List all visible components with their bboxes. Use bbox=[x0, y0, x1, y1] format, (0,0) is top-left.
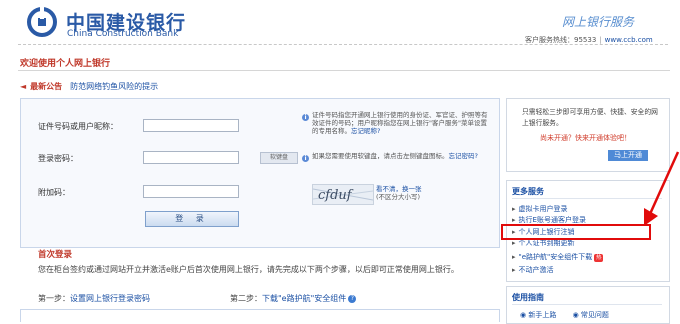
service-item[interactable]: ▸ 虚拟卡用户登录 bbox=[512, 204, 568, 214]
download-security-link[interactable]: 下载"e路护航"安全组件 bbox=[262, 294, 346, 303]
id-tip: 证件号码指您开通网上银行使用的身份证、军官证、护照等有效证件的号码；用户昵称指您… bbox=[312, 111, 492, 135]
guide-item-faq[interactable]: 常见问题 bbox=[581, 311, 609, 319]
set-password-link[interactable]: 设置网上银行登录密码 bbox=[70, 294, 150, 303]
captcha-label: 附加码： bbox=[38, 188, 70, 197]
first-login-desc: 您在柜台签约或通过网站开立并激活e账户后首次使用网上银行，请先完成以下两个步骤，… bbox=[38, 265, 459, 274]
bullet-icon: ▸ bbox=[512, 205, 516, 213]
captcha-input[interactable] bbox=[143, 185, 239, 198]
notice-link[interactable]: 防范网络钓鱼风险的提示 bbox=[70, 82, 158, 91]
service-item-label: "e路护航"安全组件下载 bbox=[518, 253, 593, 261]
step-two: 第二步：下载"e路护航"安全组件? bbox=[230, 293, 357, 304]
password-label: 登录密码： bbox=[38, 154, 78, 163]
step-two-label: 第二步： bbox=[230, 294, 262, 303]
service-item[interactable]: ▸ 不动产激活 bbox=[512, 265, 554, 275]
login-button[interactable]: 登 录 bbox=[145, 211, 239, 227]
captcha-case-note: (不区分大小写) bbox=[376, 193, 421, 201]
keyboard-tip-text: 如果您需要使用软键盘，请点击左侧键盘图标。 bbox=[312, 152, 449, 160]
page-title: 欢迎使用个人网上银行 bbox=[20, 59, 111, 69]
header-divider bbox=[18, 44, 668, 45]
more-services-title: 更多服务 bbox=[512, 187, 544, 196]
soft-keyboard-button[interactable]: 软键盘 bbox=[260, 152, 298, 164]
bullet-icon: ▸ bbox=[512, 253, 516, 261]
keyboard-label: 软键盘 bbox=[269, 154, 288, 161]
service-item[interactable]: ▸ "e路护航"安全组件下载热 bbox=[512, 252, 604, 262]
id-input[interactable] bbox=[143, 119, 239, 132]
highlight-box bbox=[501, 224, 651, 240]
captcha-refresh: 看不清，换一张 (不区分大小写) bbox=[376, 185, 422, 201]
bullet-icon: ▸ bbox=[512, 216, 516, 224]
password-input[interactable] bbox=[143, 151, 239, 164]
step-one: 第一步：设置网上银行登录密码 bbox=[38, 293, 150, 304]
hotline-text: 客户服务热线：95533 bbox=[525, 36, 597, 44]
id-label: 证件号码或用户昵称： bbox=[38, 122, 118, 131]
captcha-image: cfduf bbox=[312, 184, 374, 205]
step-one-label: 第一步： bbox=[38, 294, 70, 303]
captcha-refresh-link[interactable]: 看不清，换一张 bbox=[376, 185, 422, 193]
bullet-icon: ▸ bbox=[512, 239, 516, 247]
service-item-label: 虚拟卡用户登录 bbox=[518, 205, 568, 213]
bullet-icon: ▸ bbox=[512, 266, 516, 274]
service-item-label: 个人证书到期更新 bbox=[518, 239, 575, 247]
info-icon: i bbox=[302, 155, 309, 162]
newbie-icon: ◉ bbox=[520, 311, 527, 319]
section-divider bbox=[512, 304, 662, 305]
guide-item-newbie[interactable]: 新手上路 bbox=[528, 311, 556, 319]
forgot-nickname-link[interactable]: 忘记昵称? bbox=[351, 127, 380, 135]
service-item-label: 执行E账号通客户登录 bbox=[518, 216, 586, 224]
forgot-password-link[interactable]: 忘记密码? bbox=[449, 152, 478, 160]
bank-name-en: China Construction Bank bbox=[67, 29, 179, 39]
bottom-panel bbox=[20, 309, 500, 322]
id-tip-text: 证件号码指您开通网上银行使用的身份证、军官证、护照等有效证件的号码；用户昵称指您… bbox=[312, 111, 488, 135]
first-login-title: 首次登录 bbox=[38, 250, 73, 260]
notice-bar: ◄ 最新公告 防范网络钓鱼风险的提示 bbox=[20, 81, 158, 92]
ccb-logo-icon bbox=[27, 7, 57, 37]
hot-badge: 热 bbox=[594, 254, 604, 262]
promo-text: 只需轻松三步即可享用方便、快捷、安全的网上银行服务。 bbox=[522, 108, 658, 127]
service-title: 网上银行服务 bbox=[562, 15, 635, 29]
promo-question: 尚未开通？快来开通体验吧！ bbox=[540, 134, 631, 142]
title-divider bbox=[18, 70, 670, 71]
service-item-label: 不动产激活 bbox=[518, 266, 554, 274]
red-arrow-icon bbox=[644, 151, 680, 226]
info-icon: i bbox=[302, 114, 309, 121]
guide-title: 使用指南 bbox=[512, 293, 544, 302]
faq-icon: ◉ bbox=[572, 311, 579, 319]
info-icon: ? bbox=[348, 294, 357, 303]
website-link[interactable]: www.ccb.com bbox=[605, 36, 653, 44]
captcha-noise-icon: cfduf bbox=[313, 188, 373, 203]
captcha-text: cfduf bbox=[318, 188, 354, 203]
notice-arrow-icon: ◄ bbox=[20, 82, 27, 91]
separator: | bbox=[599, 36, 602, 44]
guide-list: ◉ 新手上路 ◉ 常见问题 bbox=[520, 310, 609, 320]
keyboard-tip: 如果您需要使用软键盘，请点击左侧键盘图标。忘记密码? bbox=[312, 152, 492, 160]
notice-label: 最新公告 bbox=[30, 82, 63, 91]
